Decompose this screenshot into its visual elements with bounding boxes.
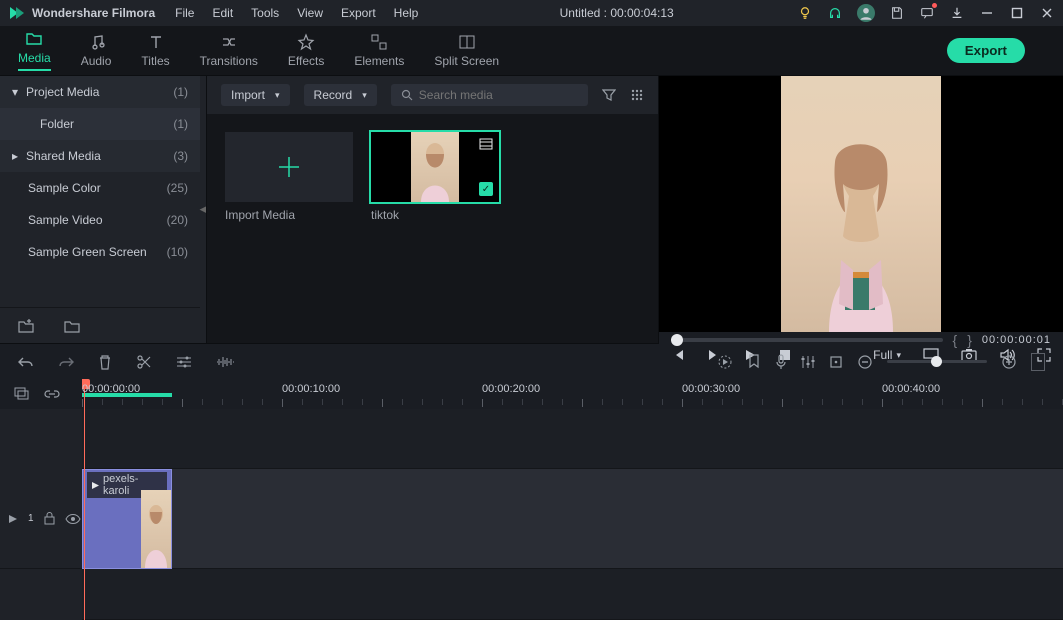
- delete-icon[interactable]: [98, 354, 112, 370]
- chevron-right-icon: ▸: [12, 149, 18, 163]
- search-input[interactable]: [419, 88, 578, 102]
- layers-icon[interactable]: [14, 387, 30, 401]
- lightbulb-icon[interactable]: [797, 5, 813, 21]
- minimize-icon[interactable]: [979, 5, 995, 21]
- menu-edit[interactable]: Edit: [212, 6, 233, 20]
- preview-timecode: 00:00:00:01: [982, 334, 1051, 346]
- sidebar-item-sample-color[interactable]: Sample Color (25): [0, 172, 200, 204]
- tab-effects[interactable]: Effects: [288, 33, 324, 68]
- adjust-icon[interactable]: [176, 355, 192, 369]
- film-icon: [479, 138, 493, 150]
- split-icon[interactable]: [136, 354, 152, 370]
- record-dropdown[interactable]: Record ▾: [304, 84, 377, 106]
- filter-icon[interactable]: [602, 88, 616, 102]
- track-number: 1: [28, 513, 34, 524]
- ruler-label: 00:00:20:00: [482, 383, 540, 395]
- search-icon: [401, 89, 413, 101]
- link-icon[interactable]: [44, 387, 60, 401]
- redo-icon[interactable]: [58, 355, 74, 369]
- close-icon[interactable]: [1039, 5, 1055, 21]
- tab-audio[interactable]: Audio: [81, 33, 112, 68]
- lock-icon[interactable]: [44, 512, 55, 525]
- save-icon[interactable]: [889, 5, 905, 21]
- import-media-card[interactable]: Import Media: [225, 132, 353, 222]
- crop-icon[interactable]: [829, 355, 843, 369]
- import-dropdown[interactable]: Import ▾: [221, 84, 290, 106]
- menu-help[interactable]: Help: [394, 6, 419, 20]
- app-logo: [8, 5, 24, 21]
- eye-icon[interactable]: [65, 513, 81, 525]
- media-card-tiktok[interactable]: ✓ tiktok: [371, 132, 499, 222]
- grid-view-icon[interactable]: [630, 88, 644, 102]
- user-icon[interactable]: [857, 4, 875, 22]
- open-folder-icon[interactable]: [64, 319, 80, 333]
- music-icon: [87, 33, 105, 51]
- check-icon: ✓: [479, 182, 493, 196]
- menu-view[interactable]: View: [297, 6, 323, 20]
- sidebar-item-shared-media[interactable]: ▸Shared Media (3): [0, 140, 200, 172]
- timeline-ruler[interactable]: 00:00:00:00 00:00:10:00 00:00:20:00 00:00:3…: [82, 379, 1063, 409]
- fit-icon[interactable]: [1031, 353, 1045, 371]
- export-button[interactable]: Export: [947, 38, 1025, 63]
- mark-out-icon[interactable]: }: [967, 332, 972, 348]
- message-icon[interactable]: [919, 5, 935, 21]
- zoom-out-icon[interactable]: [857, 354, 873, 370]
- waveform-icon[interactable]: [216, 355, 234, 369]
- effects-icon: [297, 33, 315, 51]
- render-icon[interactable]: [717, 354, 733, 370]
- mic-icon[interactable]: [775, 354, 787, 370]
- mark-in-icon[interactable]: {: [953, 332, 958, 348]
- sidebar-item-project-media[interactable]: ▾Project Media (1): [0, 76, 200, 108]
- preview-scrubber[interactable]: [671, 338, 943, 342]
- sidebar-item-folder[interactable]: Folder (1): [0, 108, 200, 140]
- search-media[interactable]: [391, 84, 588, 106]
- new-folder-icon[interactable]: [18, 319, 34, 333]
- preview-viewport: [659, 76, 1063, 332]
- ruler-label: 00:00:40:00: [882, 383, 940, 395]
- menu-file[interactable]: File: [175, 6, 194, 20]
- tab-titles[interactable]: Titles: [141, 33, 169, 68]
- zoom-slider[interactable]: [887, 360, 987, 363]
- app-name: Wondershare Filmora: [32, 6, 155, 20]
- undo-icon[interactable]: [18, 355, 34, 369]
- maximize-icon[interactable]: [1009, 5, 1025, 21]
- audio-mixer-icon[interactable]: [801, 355, 815, 369]
- transitions-icon: [220, 33, 238, 51]
- video-track-icon: [8, 514, 18, 524]
- tab-elements[interactable]: Elements: [354, 33, 404, 68]
- folder-icon: [25, 30, 43, 48]
- split-screen-icon: [458, 33, 476, 51]
- document-title: Untitled : 00:00:04:13: [436, 6, 797, 20]
- menu-export[interactable]: Export: [341, 6, 376, 20]
- ruler-label: 00:00:00:00: [82, 383, 140, 395]
- marker-icon[interactable]: [747, 354, 761, 370]
- elements-icon: [370, 33, 388, 51]
- download-icon[interactable]: [949, 5, 965, 21]
- step-back-icon[interactable]: [671, 348, 685, 362]
- video-icon: [91, 481, 100, 490]
- tab-media[interactable]: Media: [18, 30, 51, 71]
- zoom-in-icon[interactable]: [1001, 354, 1017, 370]
- tab-split-screen[interactable]: Split Screen: [434, 33, 499, 68]
- timeline-clip[interactable]: pexels-karoli: [82, 469, 172, 569]
- sidebar-item-sample-video[interactable]: Sample Video (20): [0, 204, 200, 236]
- chevron-down-icon: ▾: [362, 90, 367, 101]
- media-sidebar: ▾Project Media (1) Folder (1) ▸Shared Me…: [0, 76, 200, 343]
- headphones-icon[interactable]: [827, 5, 843, 21]
- ruler-label: 00:00:10:00: [282, 383, 340, 395]
- chevron-down-icon: ▾: [275, 90, 280, 101]
- playhead-line: [84, 409, 85, 620]
- ruler-label: 00:00:30:00: [682, 383, 740, 395]
- menu-tools[interactable]: Tools: [251, 6, 279, 20]
- track-header: 1: [0, 469, 82, 569]
- text-icon: [147, 33, 165, 51]
- tab-transitions[interactable]: Transitions: [200, 33, 258, 68]
- chevron-down-icon: ▾: [12, 85, 18, 99]
- sidebar-item-sample-green[interactable]: Sample Green Screen (10): [0, 236, 200, 268]
- plus-icon: [275, 153, 303, 181]
